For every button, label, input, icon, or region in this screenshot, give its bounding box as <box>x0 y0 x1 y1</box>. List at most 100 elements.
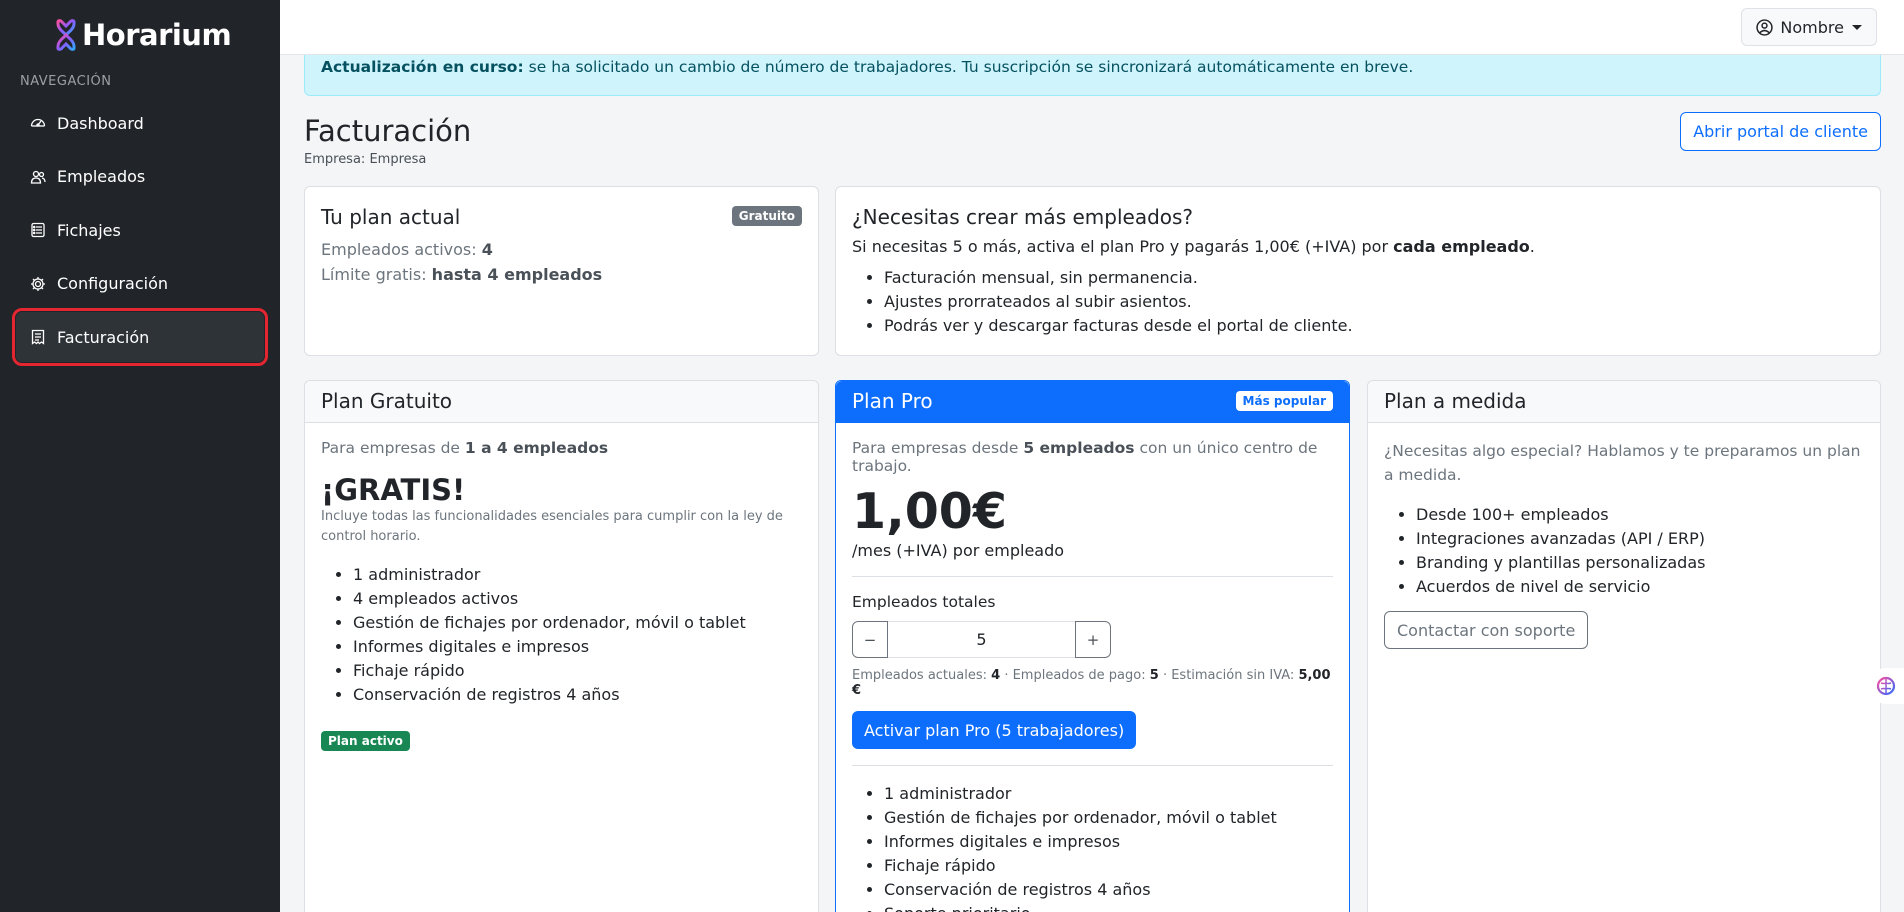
brain-icon <box>1876 676 1896 696</box>
plan-pro-desc-strong: 5 empleados <box>1023 439 1135 457</box>
sidebar-item-label: Facturación <box>57 327 150 347</box>
list-item: Ajustes prorrateados al subir asientos. <box>884 290 1864 314</box>
sidebar: Horarium NAVEGACIÓN Dashboard Empleados … <box>0 0 280 912</box>
more-employees-text-strong: cada empleado <box>1393 237 1530 256</box>
active-employees-line: Empleados activos: 4 <box>321 237 802 262</box>
list-item: Conservación de registros 4 años <box>884 878 1333 902</box>
plan-pro-price: 1,00€ <box>852 483 1007 540</box>
list-item: Podrás ver y descargar facturas desde el… <box>884 314 1864 338</box>
divider <box>852 576 1333 577</box>
plan-free-desc-before: Para empresas de <box>321 439 460 457</box>
plan-active-badge: Plan activo <box>321 731 410 751</box>
sidebar-item-facturacion[interactable]: Facturación <box>12 308 268 366</box>
list-item: Gestión de fichajes por ordenador, móvil… <box>884 806 1333 830</box>
plan-free-title: Plan Gratuito <box>305 381 818 423</box>
divider <box>852 765 1333 766</box>
plan-free-desc: Para empresas de 1 a 4 empleados <box>321 439 802 457</box>
plan-pro-desc-before: Para empresas desde <box>852 439 1019 457</box>
sidebar-item-fichajes[interactable]: Fichajes <box>16 205 264 255</box>
gear-icon <box>31 276 45 291</box>
sidebar-item-label: Fichajes <box>57 220 121 240</box>
sidebar-item-configuracion[interactable]: Configuración <box>16 259 264 309</box>
topbar: Nombre <box>280 0 1904 55</box>
current-plan-card: Tu plan actual Gratuito Empleados activo… <box>304 186 819 356</box>
employees-count-input[interactable]: 5 <box>888 621 1075 658</box>
more-employees-list: Facturación mensual, sin permanencia. Aj… <box>852 266 1864 338</box>
plan-free-card: Plan Gratuito Para empresas de 1 a 4 emp… <box>304 380 819 912</box>
active-employees-label: Empleados activos: <box>321 240 477 259</box>
plan-custom-features: Desde 100+ empleados Integraciones avanz… <box>1384 503 1864 599</box>
free-limit-label: Límite gratis: <box>321 265 427 284</box>
plan-pro-title: Plan Pro <box>852 389 933 413</box>
plan-pro-header: Plan Pro Más popular <box>836 381 1349 423</box>
user-menu-button[interactable]: Nombre <box>1741 8 1877 46</box>
list-item: Soporte prioritario <box>884 902 1333 912</box>
list-item: Informes digitales e impresos <box>353 635 802 659</box>
card-list-icon <box>31 222 45 238</box>
caret-down-icon <box>1852 24 1862 30</box>
sidebar-item-empleados[interactable]: Empleados <box>16 152 264 202</box>
plan-free-note: Incluye todas las funcionalidades esenci… <box>321 509 783 544</box>
more-employees-card: ¿Necesitas crear más empleados? Si neces… <box>835 186 1881 356</box>
app-name: Horarium <box>82 18 232 52</box>
stepper-label: Empleados totales <box>852 593 996 611</box>
plan-custom-desc: ¿Necesitas algo especial? Hablamos y te … <box>1384 442 1861 484</box>
plan-free-desc-strong: 1 a 4 empleados <box>464 439 609 457</box>
list-item: Desde 100+ empleados <box>1416 503 1864 527</box>
list-item: Gestión de fichajes por ordenador, móvil… <box>353 611 802 635</box>
employees-stepper: − 5 + <box>852 621 1111 658</box>
plan-free-features: 1 administrador 4 empleados activos Gest… <box>321 563 802 707</box>
plan-pro-features: 1 administrador Gestión de fichajes por … <box>852 782 1333 912</box>
list-item: 1 administrador <box>353 563 802 587</box>
sidebar-item-label: Dashboard <box>57 113 144 133</box>
brain-assistant-icon[interactable] <box>1868 668 1904 704</box>
summary-est-label: · Estimación sin IVA: <box>1162 668 1295 683</box>
more-employees-title: ¿Necesitas crear más empleados? <box>852 205 1194 229</box>
list-item: Branding y plantillas personalizadas <box>1416 551 1864 575</box>
more-employees-text: Si necesitas 5 o más, activa el plan Pro… <box>852 237 1864 256</box>
nav-heading: NAVEGACIÓN <box>20 74 112 89</box>
list-item: 1 administrador <box>884 782 1333 806</box>
list-item: Acuerdos de nivel de servicio <box>1416 575 1864 599</box>
sidebar-item-label: Empleados <box>57 167 146 186</box>
decrement-button[interactable]: − <box>852 621 888 658</box>
brand[interactable]: Horarium <box>0 0 280 70</box>
receipt-icon <box>31 329 45 345</box>
summary-current-value: 4 <box>991 668 1001 683</box>
list-item: Conservación de registros 4 años <box>353 683 802 707</box>
open-portal-button[interactable]: Abrir portal de cliente <box>1680 112 1881 151</box>
page-subtitle: Empresa: Empresa <box>304 152 427 167</box>
more-employees-text-before: Si necesitas 5 o más, activa el plan Pro… <box>852 237 1389 256</box>
list-item: Facturación mensual, sin permanencia. <box>884 266 1864 290</box>
contact-support-button[interactable]: Contactar con soporte <box>1384 611 1589 649</box>
person-circle-icon <box>1756 18 1774 36</box>
sidebar-nav: Dashboard Empleados Fichajes Configuraci… <box>0 98 280 366</box>
page-title: Facturación <box>304 114 472 148</box>
page-header: Facturación Empresa: Empresa Abrir porta… <box>304 55 1881 167</box>
list-item: Fichaje rápido <box>353 659 802 683</box>
plan-badge: Gratuito <box>731 206 802 226</box>
plan-pro-price-unit: /mes (+IVA) por empleado <box>852 541 1065 560</box>
current-plan-title: Tu plan actual <box>321 205 461 229</box>
pro-summary: Empleados actuales: 4 · Empleados de pag… <box>852 668 1333 698</box>
popular-badge: Más popular <box>1235 391 1333 411</box>
list-item: Informes digitales e impresos <box>884 830 1333 854</box>
summary-paid-value: 5 <box>1149 668 1159 683</box>
summary-paid-label: · Empleados de pago: <box>1004 668 1146 683</box>
plan-pro-desc: Para empresas desde 5 empleados con un ú… <box>852 439 1333 475</box>
list-item: Integraciones avanzadas (API / ERP) <box>1416 527 1864 551</box>
user-name: Nombre <box>1780 17 1844 37</box>
plan-pro-card: Plan Pro Más popular Para empresas desde… <box>835 380 1350 912</box>
plan-custom-title: Plan a medida <box>1368 381 1880 423</box>
increment-button[interactable]: + <box>1075 621 1111 658</box>
people-icon <box>30 170 46 184</box>
activate-pro-button[interactable]: Activar plan Pro (5 trabajadores) <box>852 711 1137 749</box>
sidebar-item-label: Configuración <box>57 274 169 293</box>
hourglass-logo-icon <box>56 19 76 51</box>
summary-current-label: Empleados actuales: <box>852 668 987 683</box>
list-item: Fichaje rápido <box>884 854 1333 878</box>
more-employees-text-after: . <box>1529 237 1535 256</box>
sidebar-item-dashboard[interactable]: Dashboard <box>16 98 264 148</box>
free-limit-line: Límite gratis: hasta 4 empleados <box>321 262 802 287</box>
plan-free-price: ¡GRATIS! <box>321 473 466 507</box>
